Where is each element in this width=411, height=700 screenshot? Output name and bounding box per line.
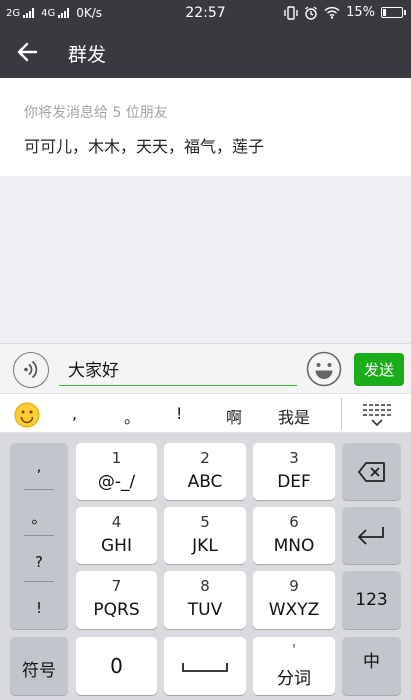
key-number: 6 bbox=[289, 513, 299, 531]
divider bbox=[24, 489, 54, 490]
candidate-item[interactable]: 啊 bbox=[226, 404, 242, 428]
key-letters: PQRS bbox=[93, 600, 140, 620]
key-number: 5 bbox=[200, 513, 210, 531]
key-label: 123 bbox=[355, 590, 388, 610]
key-9[interactable]: 9 WXYZ bbox=[253, 571, 335, 629]
key-label: 符号 bbox=[22, 661, 56, 681]
key-number: 4 bbox=[111, 513, 122, 531]
key-number: 7 bbox=[111, 577, 122, 595]
candidate-item[interactable]: , bbox=[72, 404, 77, 423]
back-button[interactable] bbox=[14, 38, 42, 66]
smiley-emoji-icon bbox=[14, 402, 40, 428]
alarm-icon bbox=[305, 5, 317, 20]
message-input[interactable] bbox=[59, 352, 297, 386]
keyboard-hide-icon bbox=[363, 404, 391, 427]
wifi-icon bbox=[324, 6, 340, 19]
status-right: 15% bbox=[284, 5, 406, 20]
key-6[interactable]: 6 MNO bbox=[253, 507, 335, 564]
key-number: 9 bbox=[289, 577, 299, 595]
punctuation-key[interactable]: ? bbox=[10, 553, 68, 599]
voice-icon bbox=[24, 361, 38, 378]
key-letters: WXYZ bbox=[268, 600, 320, 620]
punctuation-key[interactable]: , bbox=[10, 457, 68, 503]
battery-percent: 15% bbox=[346, 5, 375, 20]
candidate-item[interactable]: 我是 bbox=[278, 404, 310, 428]
battery-icon bbox=[381, 7, 406, 18]
vibrate-icon bbox=[284, 5, 298, 20]
hide-keyboard-button[interactable] bbox=[360, 402, 394, 428]
send-button[interactable]: 发送 bbox=[354, 353, 404, 386]
candidate-item[interactable]: 。 bbox=[124, 404, 140, 428]
candidate-bar: , 。 ! 啊 我是 bbox=[0, 393, 411, 433]
key-letters: DEF bbox=[277, 472, 311, 492]
key-number: 2 bbox=[200, 449, 210, 467]
key-number: 8 bbox=[200, 577, 210, 595]
key-letters: @-_/ bbox=[97, 472, 136, 492]
key-5[interactable]: 5 JKL bbox=[164, 507, 246, 564]
language-key[interactable]: 中 bbox=[342, 637, 401, 695]
composer-bar: 发送 bbox=[0, 343, 411, 393]
key-0[interactable]: 0 bbox=[76, 637, 157, 695]
divider bbox=[24, 581, 54, 582]
symbols-key[interactable]: 符号 bbox=[10, 637, 68, 695]
space-key[interactable] bbox=[164, 637, 246, 695]
emoji-candidate[interactable] bbox=[14, 402, 40, 428]
recipients-hint: 你将发消息给 5 位朋友 bbox=[24, 105, 168, 121]
key-3[interactable]: 3 DEF bbox=[253, 443, 335, 500]
divider bbox=[24, 535, 54, 536]
smiley-icon bbox=[306, 351, 342, 387]
numeric-key[interactable]: 123 bbox=[342, 571, 401, 629]
enter-icon bbox=[358, 527, 384, 545]
punctuation-key[interactable]: 。 bbox=[10, 507, 68, 553]
key-2[interactable]: 2 ABC bbox=[164, 443, 246, 500]
backspace-key[interactable] bbox=[342, 443, 401, 500]
title-bar: 群发 bbox=[0, 26, 411, 78]
recipients-card: 你将发消息给 5 位朋友 可可儿，木木，天天，福气，莲子 bbox=[0, 78, 411, 176]
status-bar: 2G 4G 0K/s 22:57 15% bbox=[0, 0, 411, 26]
key-letters: GHI bbox=[101, 536, 132, 556]
arrow-left-icon bbox=[17, 42, 38, 62]
space-icon bbox=[182, 663, 228, 672]
candidate-divider bbox=[341, 398, 342, 430]
key-letters: MNO bbox=[273, 536, 315, 556]
candidate-item[interactable]: ! bbox=[176, 404, 182, 423]
key-letters: ABC bbox=[187, 472, 223, 492]
backspace-icon bbox=[358, 462, 385, 482]
key-1[interactable]: 1 @-_/ bbox=[76, 443, 157, 500]
key-4[interactable]: 4 GHI bbox=[76, 507, 157, 564]
page-title: 群发 bbox=[68, 44, 107, 66]
key-label: 中 bbox=[363, 652, 380, 672]
key-label: 分词 bbox=[277, 669, 311, 689]
segment-key[interactable]: ' 分词 bbox=[253, 637, 335, 695]
key-letters: JKL bbox=[192, 536, 218, 556]
keyboard: , 。 ? ! 1 @-_/ 2 ABC 3 DEF 4 GHI 5 JKL 6… bbox=[0, 433, 411, 700]
key-7[interactable]: 7 PQRS bbox=[76, 571, 157, 629]
key-number: 3 bbox=[289, 449, 299, 467]
punctuation-column[interactable]: , 。 ? ! bbox=[10, 443, 68, 629]
voice-input-button[interactable] bbox=[13, 352, 49, 388]
key-label: 0 bbox=[110, 654, 123, 678]
enter-key[interactable] bbox=[342, 507, 401, 564]
key-number: 1 bbox=[111, 449, 122, 467]
key-8[interactable]: 8 TUV bbox=[164, 571, 246, 629]
emoji-button[interactable] bbox=[306, 351, 342, 387]
key-letters: TUV bbox=[187, 600, 223, 620]
recipients-names: 可可儿，木木，天天，福气，莲子 bbox=[24, 137, 265, 156]
